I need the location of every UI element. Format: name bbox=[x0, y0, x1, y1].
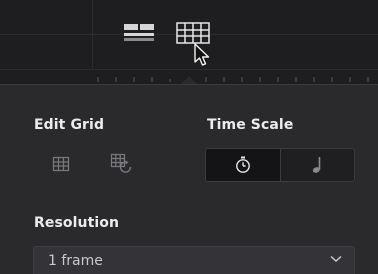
header-divider bbox=[92, 0, 93, 70]
time-scale-toggle bbox=[205, 148, 355, 182]
mouse-pointer-icon bbox=[194, 43, 210, 66]
timeline-ruler[interactable] bbox=[92, 70, 378, 84]
grid-refresh-icon bbox=[110, 153, 132, 173]
resolution-dropdown[interactable]: 1 frame bbox=[33, 246, 355, 274]
time-scale-option-beats[interactable] bbox=[279, 149, 355, 181]
stopwatch-icon bbox=[235, 156, 250, 173]
chevron-down-icon bbox=[330, 255, 342, 263]
edit-grid-button[interactable] bbox=[49, 152, 73, 176]
resolution-label: Resolution bbox=[34, 215, 120, 231]
time-scale-label: Time Scale bbox=[207, 117, 294, 133]
stacked-view-button[interactable] bbox=[123, 22, 157, 44]
grid-icon bbox=[52, 156, 70, 172]
music-note-icon bbox=[313, 157, 321, 173]
edit-grid-label: Edit Grid bbox=[34, 117, 105, 133]
reset-grid-button[interactable] bbox=[110, 152, 134, 176]
grid-view-icon bbox=[176, 22, 210, 44]
time-scale-option-seconds[interactable] bbox=[206, 149, 280, 181]
resolution-value: 1 frame bbox=[48, 253, 103, 269]
stacked-layout-icon bbox=[124, 24, 154, 41]
grid-view-button[interactable] bbox=[176, 22, 210, 44]
